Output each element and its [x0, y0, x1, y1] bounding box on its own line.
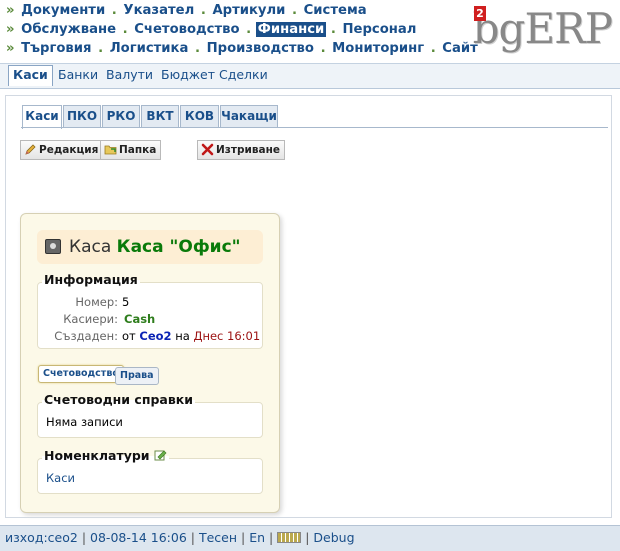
info-legend: Информация [42, 272, 140, 287]
menu-accounting[interactable]: Счетоводство [132, 22, 241, 37]
menu-monitoring[interactable]: Мониторинг [330, 41, 426, 56]
main-menu-row-1: » Документи . Указател . Артикули . Сист… [6, 3, 369, 18]
menu-directory[interactable]: Указател [121, 3, 196, 18]
tab-kov[interactable]: КОВ [180, 105, 219, 128]
folder-button-label: Папка [119, 144, 157, 156]
edit-icon[interactable] [154, 449, 167, 461]
menu-finance[interactable]: Финанси [255, 22, 327, 37]
folder-icon [104, 143, 117, 156]
menu-logistics[interactable]: Логистика [108, 41, 191, 56]
reports-section: Счетоводни справки Няма записи [37, 392, 263, 438]
safe-icon [45, 239, 61, 254]
nomenclatures-section: Номенклатури Каси [37, 448, 263, 494]
menu-service[interactable]: Обслужване [19, 22, 118, 37]
cashiers-label: Касиери: [63, 312, 118, 326]
tab-rko[interactable]: РКО [102, 105, 140, 128]
subtab-rights[interactable]: Права [115, 367, 159, 385]
menu-trade[interactable]: Търговия [19, 41, 93, 56]
narrow-mode-link[interactable]: Тесен [199, 530, 237, 545]
created-time: Днес 16:01 [193, 329, 261, 343]
folder-button[interactable]: Папка [100, 140, 162, 160]
footer-datetime: 08-08-14 16:06 [90, 530, 187, 545]
keyboard-icon[interactable] [277, 532, 302, 543]
tab-vkt[interactable]: ВКТ [141, 105, 179, 128]
info-section: Информация Номер: 5 Касиери: Cash Създад… [37, 272, 263, 349]
menu-system[interactable]: Система [302, 3, 369, 18]
edit-button-label: Редакция [39, 144, 99, 156]
record-kind: Каса [69, 237, 112, 257]
menu-bullet: » [6, 41, 15, 56]
tab-pending[interactable]: Чакащи [220, 105, 278, 128]
menu-staff[interactable]: Персонал [340, 22, 418, 37]
delete-button[interactable]: Изтриване [197, 140, 285, 160]
tab-pko[interactable]: ПКО [63, 105, 101, 128]
cashier-link[interactable]: Cash [124, 312, 155, 326]
menu-articles[interactable]: Артикули [210, 3, 287, 18]
edit-button[interactable]: Редакция [20, 140, 104, 160]
created-value: от Ceo2 на Днес 16:01 [122, 329, 261, 343]
tab-content: Редакция Папка Изтриване Каса Каса "Офис… [6, 128, 611, 517]
record-name: Каса "Офис" [116, 237, 241, 257]
subtab-accounting[interactable]: Счетоводство [38, 365, 124, 383]
number-label: Номер: [75, 295, 118, 309]
menu-bullet: » [6, 22, 15, 37]
tab-cash[interactable]: Каси [22, 105, 62, 129]
pencil-icon [24, 143, 37, 156]
logo-text: bgERP [472, 4, 613, 53]
number-value: 5 [122, 295, 130, 309]
notification-badge[interactable]: 2 [474, 6, 486, 21]
menu-bullet: » [6, 3, 15, 18]
main-menu-row-3: » Търговия . Логистика . Производство . … [6, 41, 478, 56]
footer-bar: изход:ceo2 | 08-08-14 16:06 | Тесен | En… [0, 525, 620, 551]
bgerp-logo[interactable]: bgERP 2 [460, 2, 613, 54]
menu-production[interactable]: Производство [205, 41, 316, 56]
nomenclatures-legend: Номенклатури [42, 448, 169, 463]
reports-legend: Счетоводни справки [42, 392, 195, 407]
submenu-item-currencies[interactable]: Валути [106, 67, 153, 82]
created-user-link[interactable]: Ceo2 [139, 329, 171, 343]
delete-x-icon [201, 143, 214, 156]
language-link[interactable]: En [249, 530, 265, 545]
sub-menu: Каси Банки Валути Бюджет Сделки [0, 63, 620, 89]
created-label: Създаден: [54, 329, 118, 343]
submenu-item-cash[interactable]: Каси [8, 65, 53, 86]
delete-button-label: Изтриване [216, 144, 280, 156]
submenu-item-deals[interactable]: Сделки [219, 67, 268, 82]
menu-documents[interactable]: Документи [19, 3, 107, 18]
logout-link[interactable]: изход:ceo2 [5, 530, 78, 545]
main-panel: Каси ПКО РКО ВКТ КОВ Чакащи Редакция Пап… [5, 95, 612, 518]
debug-link[interactable]: Debug [313, 530, 354, 545]
nomenclature-link-cash[interactable]: Каси [46, 471, 75, 485]
main-menu-row-2: » Обслужване . Счетоводство . Финанси . … [6, 22, 418, 37]
top-header: » Документи . Указател . Артикули . Сист… [0, 0, 620, 63]
submenu-item-banks[interactable]: Банки [58, 67, 98, 82]
submenu-item-budget[interactable]: Бюджет [161, 67, 215, 82]
record-card: Каса Каса "Офис" Информация Номер: 5 Кас… [20, 213, 280, 513]
record-title: Каса Каса "Офис" [37, 230, 263, 264]
reports-empty-text: Няма записи [46, 415, 123, 429]
